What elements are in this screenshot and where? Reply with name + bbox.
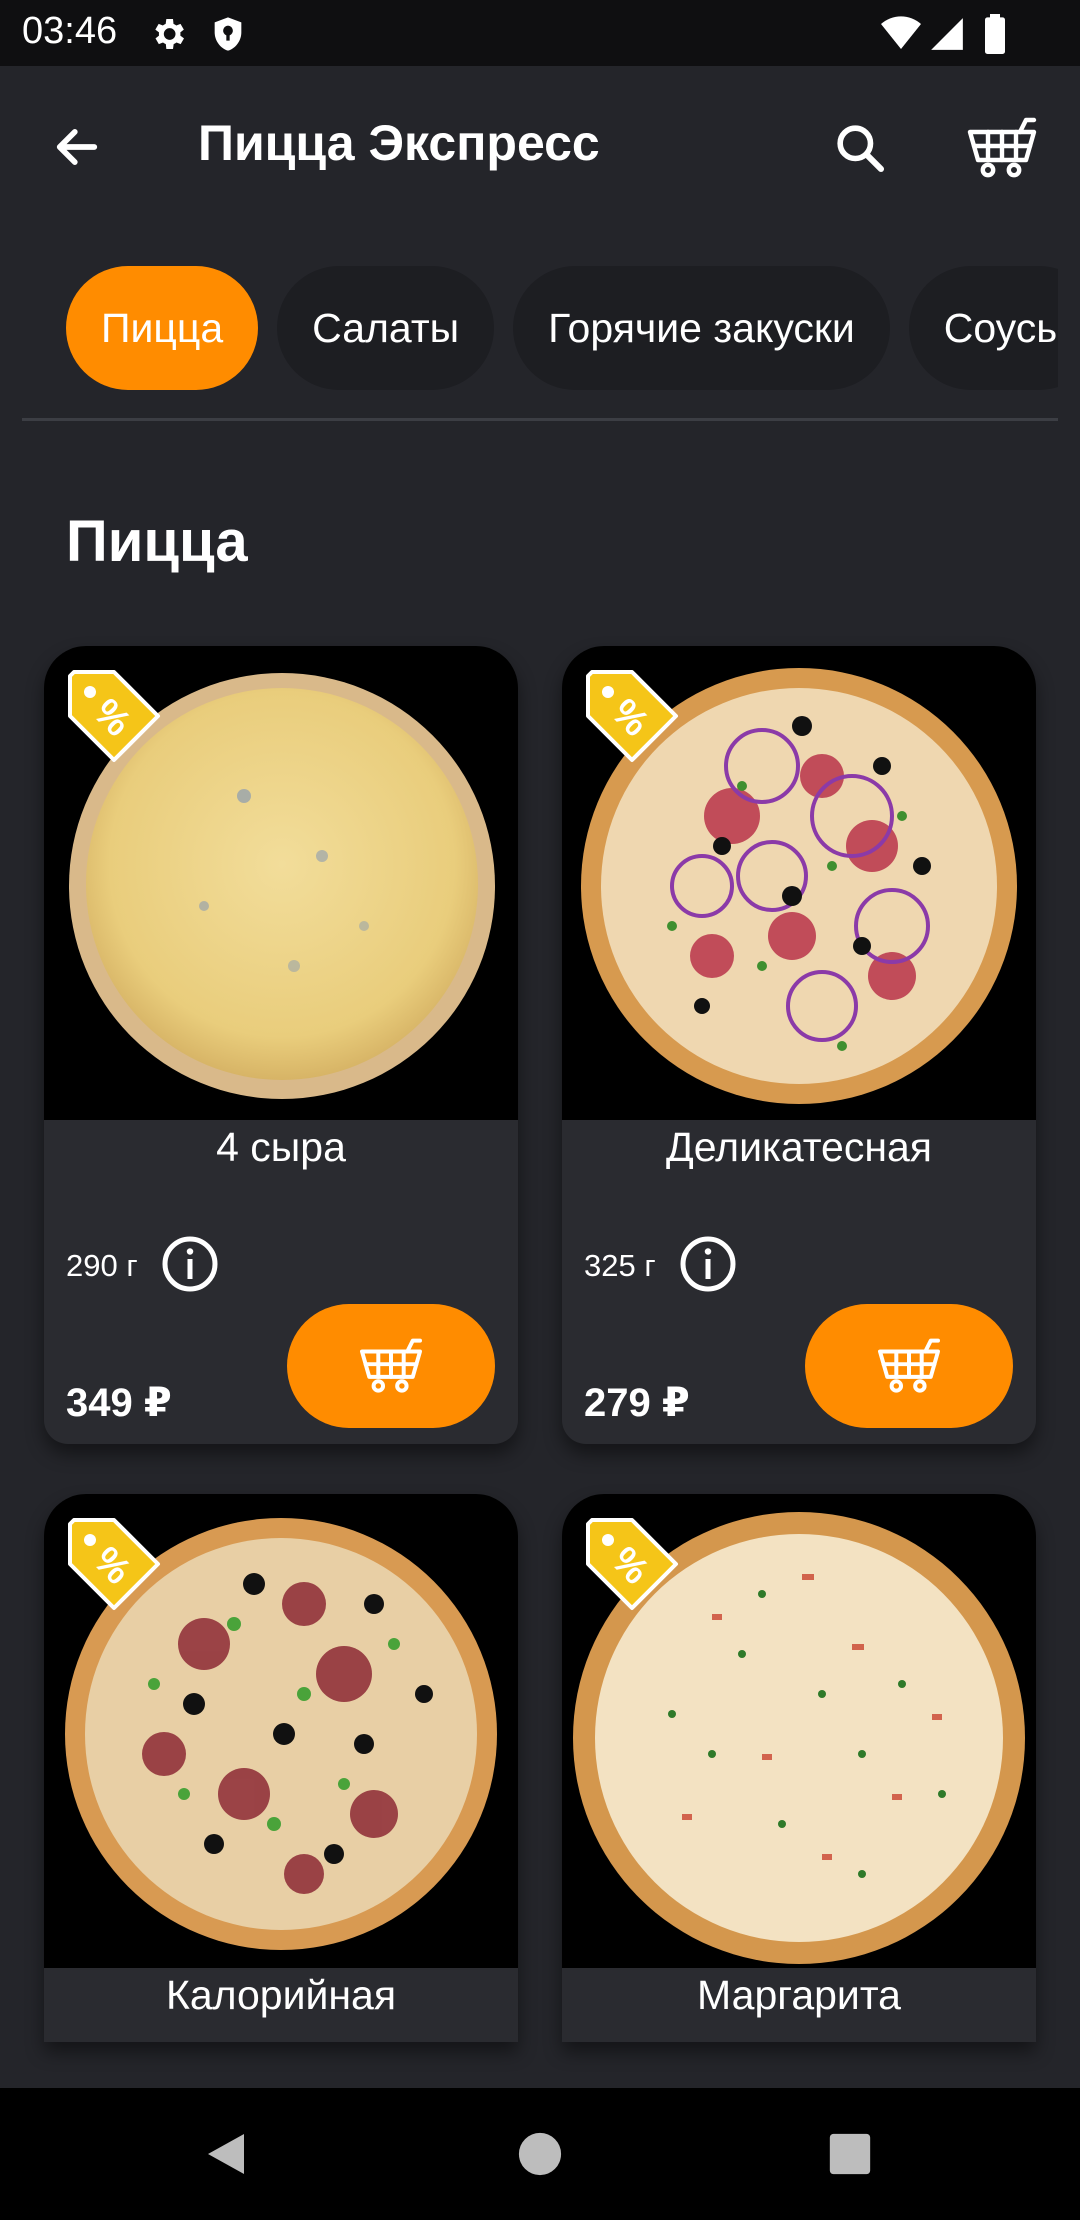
- section-title: Пицца: [66, 509, 248, 574]
- back-arrow-icon[interactable]: [40, 110, 114, 184]
- product-weight: 325 г: [584, 1248, 656, 1283]
- shield-icon: [208, 14, 248, 54]
- tab-salads[interactable]: Салаты: [277, 266, 495, 390]
- discount-tag-icon: %: [584, 1516, 680, 1612]
- search-icon[interactable]: [820, 108, 900, 188]
- discount-tag-icon: %: [66, 1516, 162, 1612]
- app-bar: Пицца Экспресс: [0, 66, 1080, 224]
- navigation-bar: [0, 2088, 1080, 2220]
- status-time: 03:46: [22, 10, 118, 52]
- tab-hot-snacks[interactable]: Горячие закуски: [513, 266, 890, 390]
- divider: [22, 418, 1058, 421]
- product-card[interactable]: % Калорийная: [44, 1494, 518, 2042]
- product-name: Деликатесная: [665, 1124, 933, 1170]
- product-name: Маргарита: [697, 1972, 901, 2018]
- wifi-icon: [880, 14, 921, 54]
- home-nav-icon[interactable]: [514, 2128, 566, 2180]
- gear-icon: [148, 14, 188, 54]
- add-to-cart-button[interactable]: [287, 1304, 495, 1428]
- tab-pizza[interactable]: Пицца: [66, 266, 259, 390]
- product-name: 4 сыра: [216, 1124, 346, 1170]
- battery-icon: [980, 14, 1020, 54]
- info-icon[interactable]: [160, 1234, 220, 1294]
- status-bar: 03:46: [0, 0, 1080, 66]
- discount-tag-icon: %: [66, 668, 162, 764]
- info-icon[interactable]: [678, 1234, 738, 1294]
- product-card[interactable]: % Деликатесная 325 г 279 ₽: [562, 646, 1036, 1444]
- cart-icon[interactable]: [960, 106, 1044, 190]
- product-price: 349 ₽: [66, 1381, 172, 1425]
- product-card[interactable]: % 4 сыра 290 г 349 ₽: [44, 646, 518, 1444]
- add-to-cart-button[interactable]: [805, 1304, 1013, 1428]
- recents-nav-icon[interactable]: [824, 2128, 876, 2180]
- category-tabs: Пицца Салаты Горячие закуски Соусы: [22, 266, 1058, 392]
- tab-sauces[interactable]: Соусы: [908, 266, 1058, 390]
- product-weight: 290 г: [66, 1248, 138, 1283]
- page-title: Пицца Экспресс: [198, 115, 600, 171]
- discount-tag-icon: %: [584, 668, 680, 764]
- back-nav-icon[interactable]: [200, 2128, 252, 2180]
- product-card[interactable]: % Маргарита: [562, 1494, 1036, 2042]
- cart-icon: [360, 1338, 422, 1393]
- signal-icon: [928, 14, 968, 54]
- cart-icon: [878, 1338, 940, 1393]
- product-name: Калорийная: [165, 1972, 397, 2018]
- product-price: 279 ₽: [584, 1381, 690, 1425]
